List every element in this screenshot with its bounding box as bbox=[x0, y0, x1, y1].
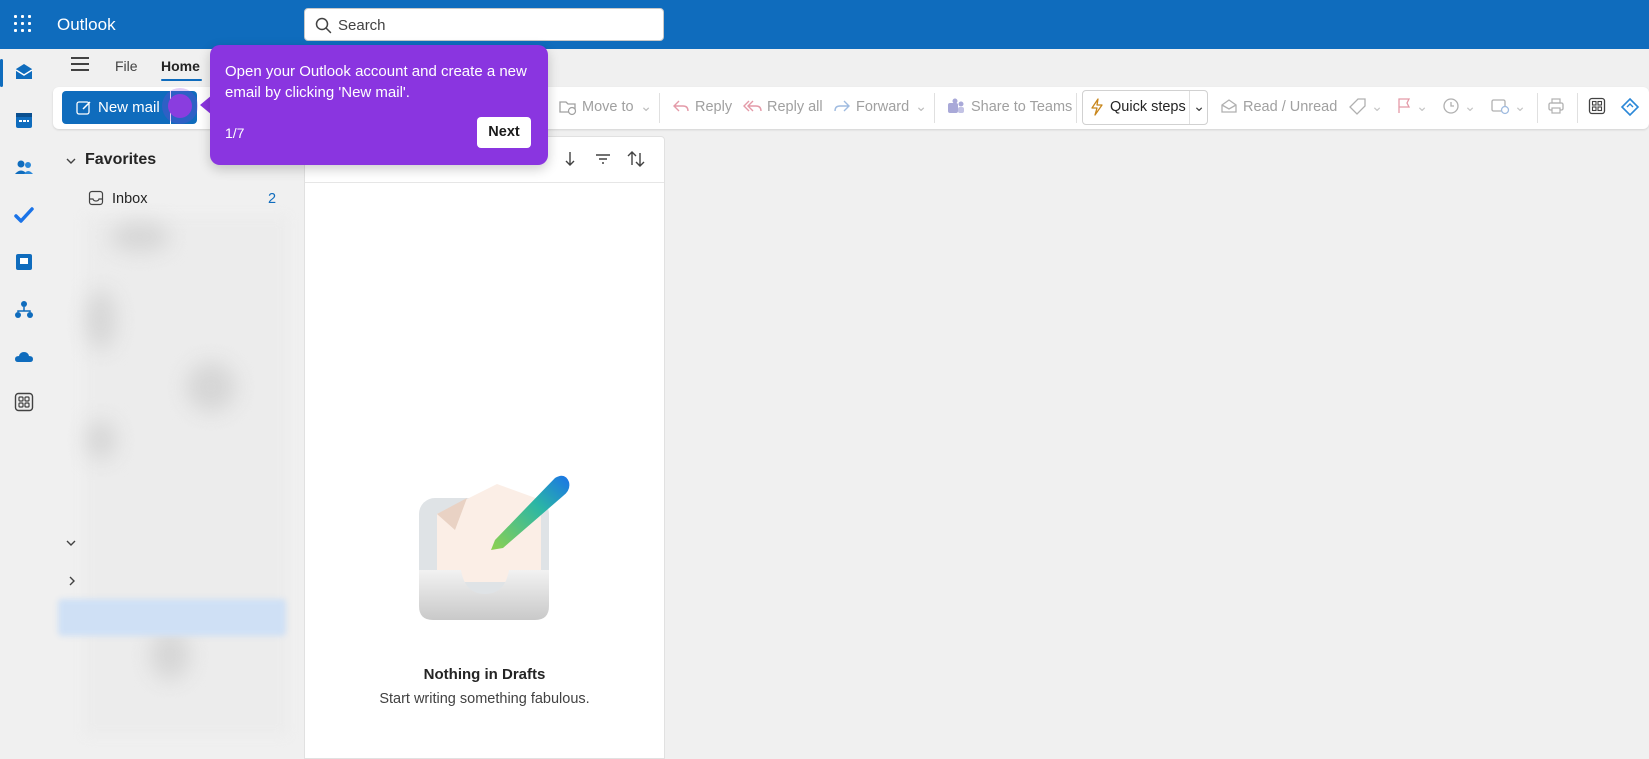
blurred-item bbox=[86, 420, 116, 460]
empty-drafts-illustration bbox=[415, 470, 575, 630]
tour-hotspot[interactable] bbox=[168, 94, 192, 118]
people-icon[interactable] bbox=[13, 156, 35, 178]
todo-icon[interactable] bbox=[13, 204, 35, 226]
tag-chevron-icon: ⌄ bbox=[1371, 99, 1384, 115]
flag-chevron-icon: ⌄ bbox=[1416, 99, 1429, 115]
tour-popover: Open your Outlook account and create a n… bbox=[210, 45, 548, 165]
inbox-unread-count: 2 bbox=[268, 191, 277, 207]
blurred-item bbox=[150, 630, 190, 680]
move-to-chevron-icon: ⌄ bbox=[640, 99, 653, 115]
search-input[interactable]: Search bbox=[304, 8, 664, 41]
app-launcher-icon[interactable] bbox=[14, 15, 32, 33]
compose-icon bbox=[76, 100, 92, 120]
sort-direction-icon[interactable] bbox=[563, 150, 577, 173]
reply-all-icon bbox=[743, 97, 763, 120]
favorites-heading[interactable]: Favorites bbox=[85, 151, 156, 169]
blurred-item bbox=[110, 222, 170, 252]
chevron-down-icon[interactable] bbox=[65, 154, 77, 172]
divider bbox=[934, 93, 935, 123]
chevron-right-icon[interactable] bbox=[66, 574, 78, 592]
move-to-button[interactable]: Move to bbox=[582, 99, 634, 115]
clock-icon[interactable] bbox=[1442, 97, 1460, 120]
blurred-item bbox=[186, 362, 236, 412]
rules-chevron-icon: ⌄ bbox=[1514, 99, 1527, 115]
empty-state-subtitle: Start writing something fabulous. bbox=[379, 691, 590, 707]
app-rail bbox=[0, 49, 48, 759]
new-mail-label: New mail bbox=[98, 99, 160, 116]
tab-home-underline bbox=[161, 79, 202, 81]
teams-icon bbox=[946, 97, 966, 122]
move-to-icon bbox=[558, 97, 578, 122]
tab-file[interactable]: File bbox=[115, 58, 138, 74]
tour-step-counter: 1/7 bbox=[225, 125, 245, 141]
quick-steps-chevron-icon[interactable]: ⌄ bbox=[1193, 99, 1205, 115]
folder-inbox[interactable]: Inbox bbox=[112, 191, 147, 207]
flag-icon[interactable] bbox=[1396, 97, 1412, 120]
filter-icon[interactable] bbox=[594, 150, 612, 173]
tab-home[interactable]: Home bbox=[161, 58, 200, 74]
copilot-icon[interactable] bbox=[1620, 97, 1640, 122]
blurred-item bbox=[86, 290, 116, 350]
inbox-icon bbox=[88, 190, 104, 211]
apps-icon[interactable] bbox=[13, 391, 35, 413]
calendar-icon[interactable] bbox=[13, 109, 35, 131]
clock-chevron-icon: ⌄ bbox=[1464, 99, 1477, 115]
forward-chevron-icon: ⌄ bbox=[915, 99, 928, 115]
lightning-icon bbox=[1089, 97, 1105, 122]
share-to-teams-button[interactable]: Share to Teams bbox=[971, 99, 1072, 115]
onedrive-icon[interactable] bbox=[13, 346, 35, 368]
app-title[interactable]: Outlook bbox=[57, 15, 116, 35]
active-indicator bbox=[0, 59, 3, 87]
tag-icon[interactable] bbox=[1349, 97, 1367, 120]
mail-icon[interactable] bbox=[13, 61, 35, 83]
org-icon[interactable] bbox=[13, 299, 35, 321]
selected-folder-blurred[interactable] bbox=[58, 599, 286, 636]
divider bbox=[1076, 93, 1077, 123]
reply-icon bbox=[672, 97, 690, 120]
tour-text: Open your Outlook account and create a n… bbox=[225, 63, 527, 101]
divider bbox=[305, 182, 664, 183]
top-bar: Outlook Search bbox=[0, 0, 1649, 49]
read-unread-button[interactable]: Read / Unread bbox=[1243, 99, 1337, 115]
search-placeholder: Search bbox=[338, 17, 386, 34]
divider bbox=[1537, 93, 1538, 123]
sort-icon[interactable] bbox=[626, 150, 646, 173]
forward-icon bbox=[833, 97, 851, 120]
reply-all-button[interactable]: Reply all bbox=[767, 99, 823, 115]
divider bbox=[1189, 91, 1190, 124]
divider bbox=[659, 93, 660, 123]
menu-icon[interactable] bbox=[71, 57, 89, 71]
reply-button[interactable]: Reply bbox=[695, 99, 732, 115]
addins-icon[interactable] bbox=[1588, 97, 1606, 120]
print-icon[interactable] bbox=[1547, 97, 1565, 120]
new-mail-button[interactable]: New mail bbox=[62, 91, 170, 124]
chevron-down-icon[interactable] bbox=[65, 536, 77, 554]
divider bbox=[1577, 93, 1578, 123]
tour-next-button[interactable]: Next bbox=[477, 117, 531, 148]
quick-steps-label: Quick steps bbox=[1110, 99, 1186, 115]
envelope-open-icon bbox=[1220, 97, 1238, 120]
empty-state-title: Nothing in Drafts bbox=[423, 666, 546, 683]
files-icon[interactable] bbox=[13, 251, 35, 273]
search-icon bbox=[315, 17, 332, 39]
forward-button[interactable]: Forward bbox=[856, 99, 909, 115]
rules-icon[interactable] bbox=[1490, 97, 1510, 120]
